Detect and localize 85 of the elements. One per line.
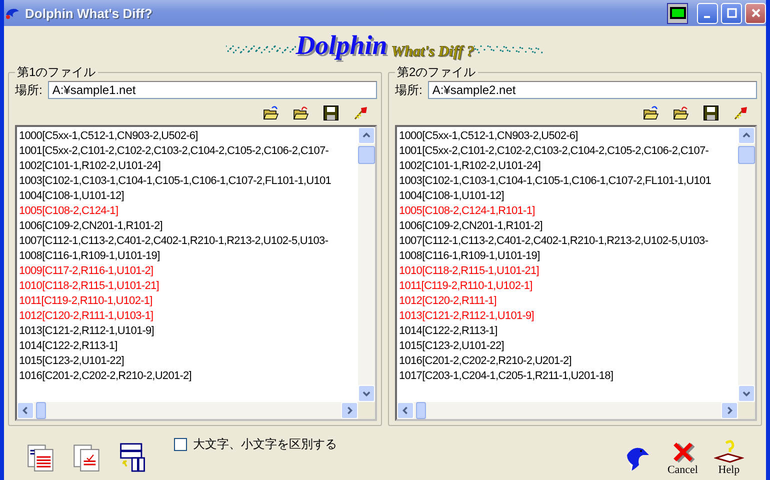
netlist-line[interactable]: 1013[C121-2,R112-1,U101-9] [19, 324, 358, 339]
monitor-icon[interactable] [667, 2, 688, 24]
netlist-line[interactable]: 1012[C120-2,R111-1,U103-1] [19, 309, 358, 324]
case-checkbox-label: 大文字、小文字を区別する [193, 436, 337, 453]
logo-subtitle: What's Diff ? [391, 44, 474, 60]
open-folder-icon[interactable] [643, 105, 659, 121]
flag-icon[interactable] [353, 105, 369, 121]
netlist-line[interactable]: 1016[C201-2,C202-2,R210-2,U201-2] [399, 354, 738, 369]
minimize-button[interactable] [697, 2, 718, 24]
netlist-line[interactable]: 1014[C122-2,R113-1] [399, 324, 738, 339]
location-label: 場所: [15, 82, 42, 98]
netlist-line[interactable]: 1003[C102-1,C103-1,C104-1,C105-1,C106-1,C107-2,FL101-1,U101 [19, 174, 358, 189]
netlist-line[interactable]: 1007[C112-1,C113-2,C401-2,C402-1,R210-1,R213-2,U102-5,U103- [19, 234, 358, 249]
scroll-thumb[interactable] [36, 402, 46, 419]
scroll-right-icon[interactable] [341, 402, 358, 419]
netlist-line[interactable]: 1005[C108-2,C124-1,R101-1] [399, 204, 738, 219]
save-icon[interactable] [703, 105, 719, 121]
netlist-line[interactable]: 1015[C123-2,U101-22] [19, 354, 358, 369]
scroll-right-icon[interactable] [721, 402, 738, 419]
scroll-thumb[interactable] [358, 146, 375, 164]
layout-switch-icon[interactable] [118, 442, 148, 472]
scrollbar-corner [358, 402, 375, 419]
window-title: Dolphin What's Diff? [25, 6, 152, 20]
netlist-line[interactable]: 1008[C116-1,R109-1,U101-19] [19, 249, 358, 264]
horizontal-scrollbar[interactable] [17, 402, 358, 419]
scroll-thumb[interactable] [416, 402, 426, 419]
netlist-line[interactable]: 1000[C5xx-1,C512-1,CN903-2,U502-6] [399, 129, 738, 144]
logo-title: Dolphin [296, 30, 388, 60]
maximize-icon [726, 8, 736, 18]
reload-folder-icon[interactable] [673, 105, 689, 121]
netlist-listbox[interactable] [15, 125, 377, 421]
netlist-line[interactable]: 1001[C5xx-2,C101-2,C102-2,C103-2,C104-2,C105-2,C106-2,C107- [19, 144, 358, 159]
netlist-line[interactable]: 1012[C120-2,R111-1] [399, 294, 738, 309]
netlist-listbox[interactable] [395, 125, 757, 421]
group-title: 第2のファイル [396, 64, 477, 81]
save-icon[interactable] [323, 105, 339, 121]
netlist-line[interactable]: 1006[C109-2,CN201-1,R101-2] [19, 219, 358, 234]
netlist-line[interactable]: 1016[C201-2,C202-2,R210-2,U201-2] [19, 369, 358, 384]
reload-folder-icon[interactable] [293, 105, 309, 121]
location-field[interactable]: A:¥sample1.net [48, 81, 377, 99]
horizontal-scrollbar[interactable] [397, 402, 738, 419]
maximize-button[interactable] [721, 2, 742, 24]
scroll-up-icon[interactable] [738, 127, 755, 144]
netlist-line[interactable]: 1007[C112-1,C113-2,C401-2,C402-1,R210-1,R213-2,U102-5,U103- [399, 234, 738, 249]
open-folder-icon[interactable] [263, 105, 279, 121]
flag-icon[interactable] [733, 105, 749, 121]
netlist-line[interactable]: 1010[C118-2,R115-1,U101-21] [19, 279, 358, 294]
netlist-line[interactable]: 1009[C117-2,R116-1,U101-2] [19, 264, 358, 279]
netlist-line[interactable]: 1000[C5xx-1,C512-1,CN903-2,U502-6] [19, 129, 358, 144]
compare-documents-icon[interactable] [26, 442, 56, 472]
vertical-scrollbar[interactable] [738, 127, 755, 402]
scroll-thumb[interactable] [738, 146, 755, 164]
netlist-line[interactable]: 1014[C122-2,R113-1] [19, 339, 358, 354]
scroll-down-icon[interactable] [358, 385, 375, 402]
netlist-line[interactable]: 1017[C203-1,C204-1,C205-1,R211-1,U201-18] [399, 369, 738, 384]
close-icon [750, 8, 760, 18]
close-button[interactable] [745, 2, 766, 24]
netlist-line[interactable]: 1015[C123-2,U101-22] [399, 339, 738, 354]
scroll-up-icon[interactable] [358, 127, 375, 144]
document-diff-icon[interactable] [72, 442, 102, 472]
help-button[interactable]: Help [714, 440, 744, 476]
group-title: 第1のファイル [16, 64, 97, 81]
netlist-line[interactable]: 1011[C119-2,R110-1,U102-1] [19, 294, 358, 309]
netlist-line[interactable]: 1005[C108-2,C124-1] [19, 204, 358, 219]
case-checkbox[interactable] [174, 438, 187, 451]
netlist-line[interactable]: 1001[C5xx-2,C101-2,C102-2,C103-2,C104-2,C105-2,C106-2,C107- [399, 144, 738, 159]
scrollbar-corner [738, 402, 755, 419]
cancel-button[interactable]: Cancel [667, 440, 698, 476]
netlist-line[interactable]: 1011[C119-2,R110-1,U102-1] [399, 279, 738, 294]
vertical-scrollbar[interactable] [358, 127, 375, 402]
minimize-icon [704, 16, 710, 18]
scroll-down-icon[interactable] [738, 385, 755, 402]
scroll-left-icon[interactable] [17, 402, 34, 419]
netlist-line[interactable]: 1008[C116-1,R109-1,U101-19] [399, 249, 738, 264]
location-label: 場所: [395, 82, 422, 98]
scroll-left-icon[interactable] [397, 402, 414, 419]
netlist-line[interactable]: 1002[C101-1,R102-2,U101-24] [399, 159, 738, 174]
netlist-line[interactable]: 1013[C121-2,R112-1,U101-9] [399, 309, 738, 324]
netlist-line[interactable]: 1006[C109-2,CN201-1,R101-2] [399, 219, 738, 234]
netlist-line[interactable]: 1003[C102-1,C103-1,C104-1,C105-1,C106-1,C107-2,FL101-1,U101 [399, 174, 738, 189]
netlist-line[interactable]: 1004[C108-1,U101-12] [399, 189, 738, 204]
location-field[interactable]: A:¥sample2.net [428, 81, 757, 99]
netlist-line[interactable]: 1002[C101-1,R102-2,U101-24] [19, 159, 358, 174]
netlist-line[interactable]: 1010[C118-2,R115-1,U101-21] [399, 264, 738, 279]
netlist-line[interactable]: 1004[C108-1,U101-12] [19, 189, 358, 204]
